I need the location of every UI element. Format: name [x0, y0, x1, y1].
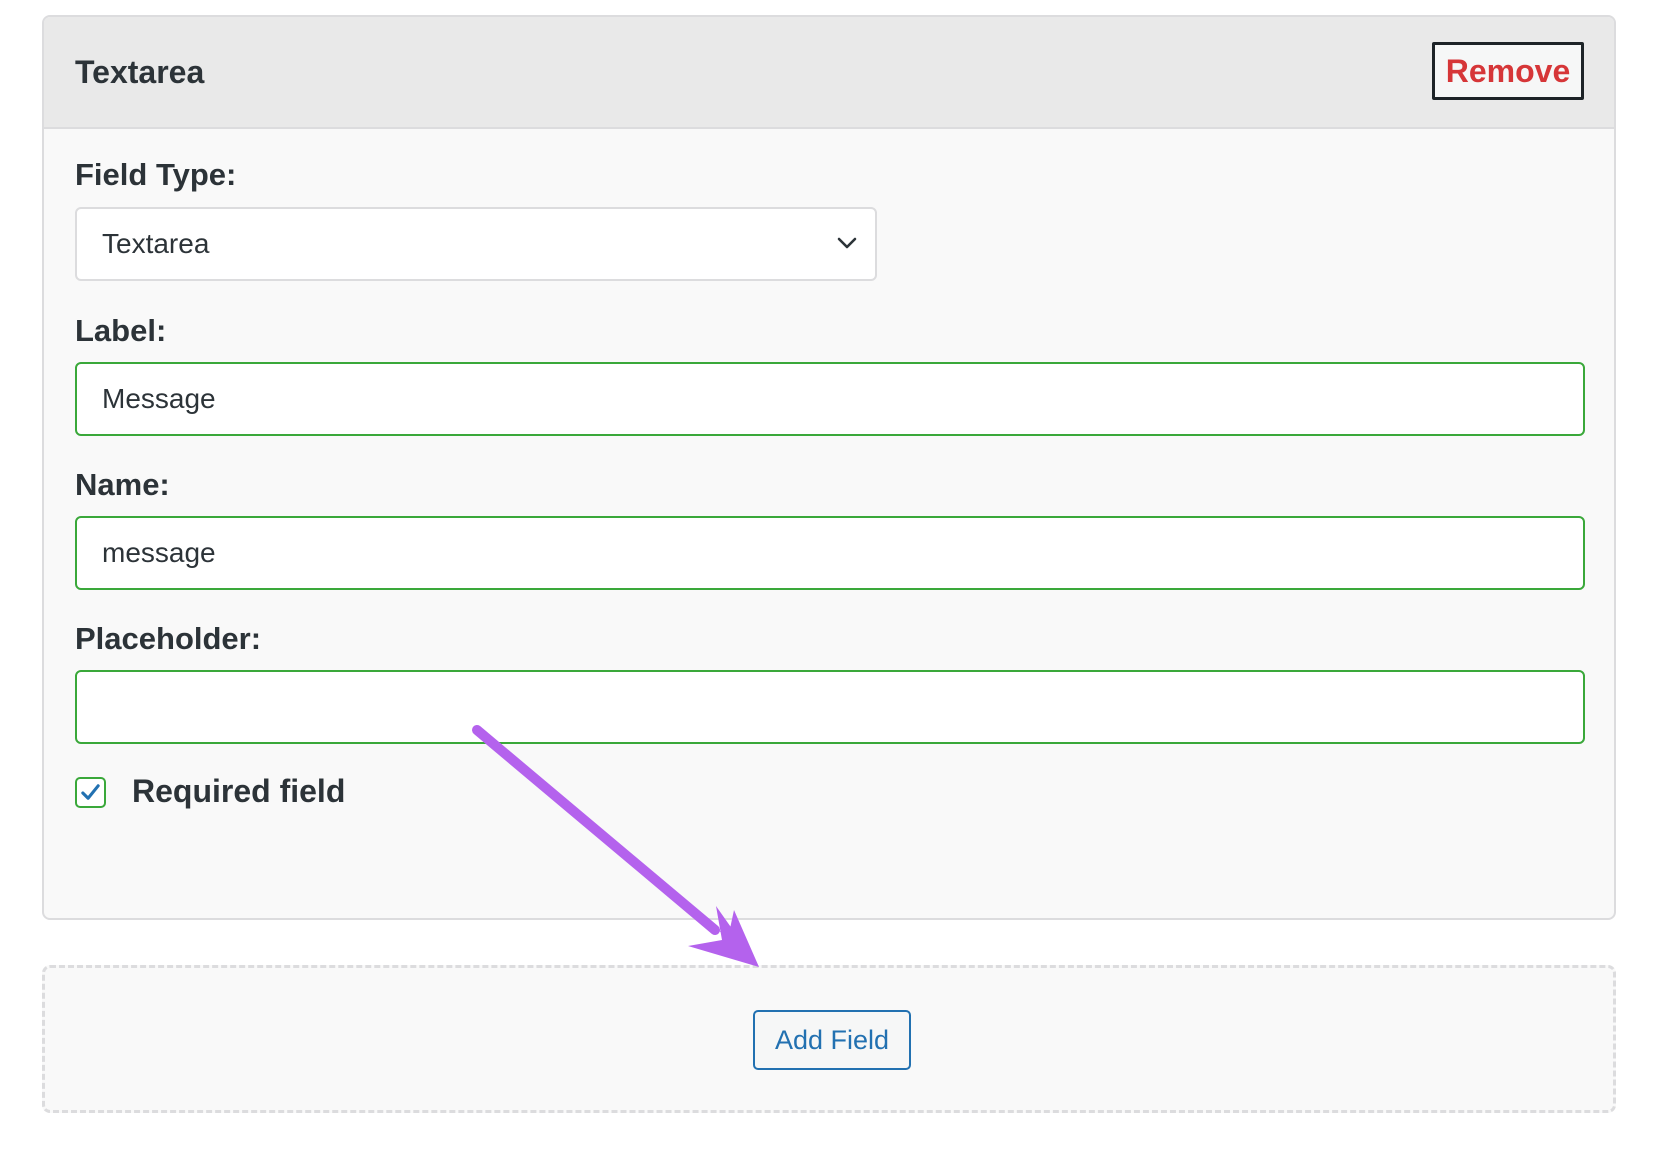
card-header: Textarea Remove — [44, 17, 1614, 129]
card-title: Textarea — [75, 54, 205, 90]
add-field-area: Add Field — [42, 965, 1616, 1113]
placeholder-field-label: Placeholder: — [75, 621, 262, 656]
page: Textarea Remove Field Type: Textarea Lab… — [0, 0, 1658, 1158]
label-field-label: Label: — [75, 313, 167, 348]
checkmark-icon — [81, 784, 100, 800]
required-checkbox-label[interactable]: Required field — [132, 773, 345, 810]
add-field-button[interactable]: Add Field — [753, 1010, 911, 1070]
remove-button[interactable]: Remove — [1432, 42, 1584, 100]
field-type-selected-value: Textarea — [102, 228, 210, 259]
field-type-select[interactable]: Textarea — [75, 207, 877, 281]
field-card: Textarea Remove Field Type: Textarea Lab… — [42, 15, 1616, 920]
name-field-label: Name: — [75, 467, 170, 502]
chevron-down-icon — [837, 237, 857, 249]
placeholder-input[interactable] — [75, 670, 1585, 744]
label-input[interactable] — [75, 362, 1585, 436]
name-input[interactable] — [75, 516, 1585, 590]
field-type-label: Field Type: — [75, 157, 237, 192]
required-checkbox[interactable] — [75, 777, 106, 808]
